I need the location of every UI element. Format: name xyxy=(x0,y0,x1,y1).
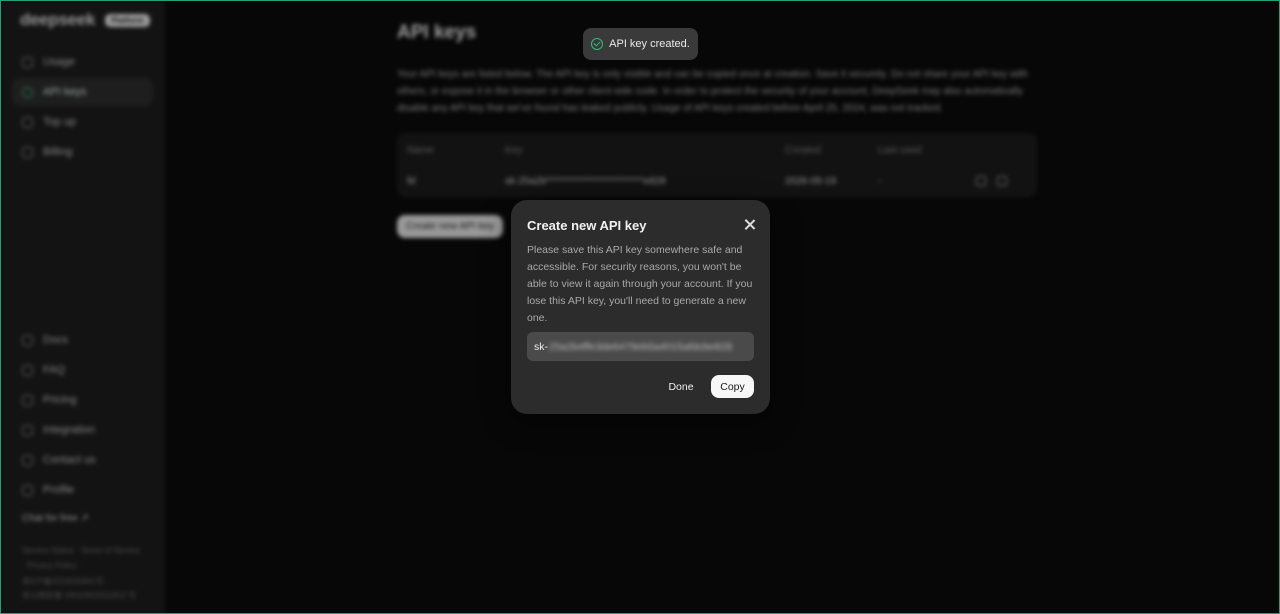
close-icon[interactable] xyxy=(743,218,757,232)
api-key-prefix: sk- xyxy=(534,340,548,353)
success-toast: API key created. xyxy=(583,28,698,60)
api-key-secret: 25a2b4ffe3de6479eb5a4015afdcbe828 xyxy=(549,340,733,353)
dialog-description: Please save this API key somewhere safe … xyxy=(527,244,753,324)
check-circle-icon xyxy=(591,38,604,50)
create-api-key-dialog: Create new API key Please save this API … xyxy=(511,200,770,414)
api-key-field[interactable]: sk- 25a2b4ffe3de6479eb5a4015afdcbe828 xyxy=(527,332,754,361)
done-button[interactable]: Done xyxy=(660,376,702,398)
copy-button[interactable]: Copy xyxy=(711,375,754,398)
toast-message: API key created. xyxy=(609,38,690,50)
dialog-title: Create new API key xyxy=(527,218,647,233)
